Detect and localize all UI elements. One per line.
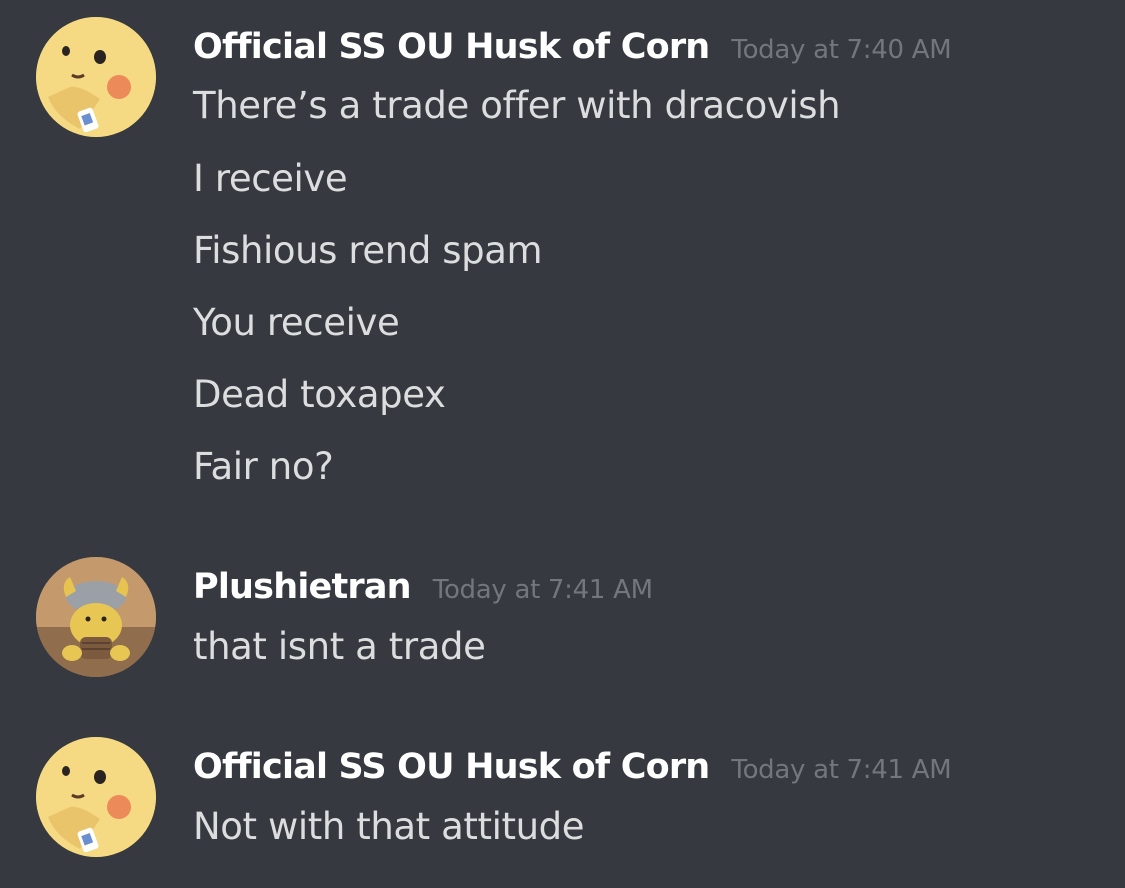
username[interactable]: Official SS OU Husk of Corn [193, 747, 710, 787]
message-text: Fishious rend spam [193, 229, 543, 272]
message-text: Fair no? [193, 445, 334, 488]
message-text: You receive [193, 301, 400, 344]
message-text: Dead toxapex [193, 373, 446, 416]
username[interactable]: Plushietran [193, 567, 412, 607]
pikachu-avatar-icon [36, 17, 156, 137]
chat-message-list: Official SS OU Husk of Corn Today at 7:40… [0, 0, 1125, 888]
plush-avatar-icon [36, 557, 156, 677]
message-header: Official SS OU Husk of Corn Today at 7:41… [193, 747, 952, 787]
user-avatar[interactable] [36, 17, 156, 137]
pikachu-avatar-icon [36, 737, 156, 857]
timestamp: Today at 7:40 AM [731, 35, 952, 65]
username[interactable]: Official SS OU Husk of Corn [193, 27, 710, 67]
message-text: that isnt a trade [193, 625, 486, 668]
timestamp: Today at 7:41 AM [731, 755, 952, 785]
timestamp: Today at 7:41 AM [432, 575, 653, 605]
message-header: Plushietran Today at 7:41 AM [193, 567, 653, 607]
message-text: I receive [193, 157, 348, 200]
message-header: Official SS OU Husk of Corn Today at 7:40… [193, 27, 952, 67]
message-text: There’s a trade offer with dracovish [193, 84, 841, 127]
user-avatar[interactable] [36, 737, 156, 857]
message-text: Not with that attitude [193, 805, 585, 848]
user-avatar[interactable] [36, 557, 156, 677]
